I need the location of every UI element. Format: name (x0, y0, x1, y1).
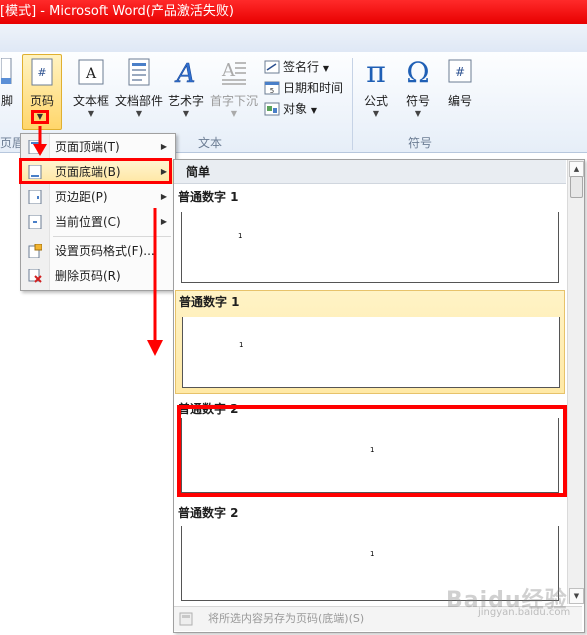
annotation-arrowhead-small (33, 144, 47, 156)
baidu-watermark-url: jingyan.baidu.com (478, 607, 571, 618)
annotation-arrowhead-long (147, 340, 163, 356)
annotation-arrows (33, 126, 163, 356)
